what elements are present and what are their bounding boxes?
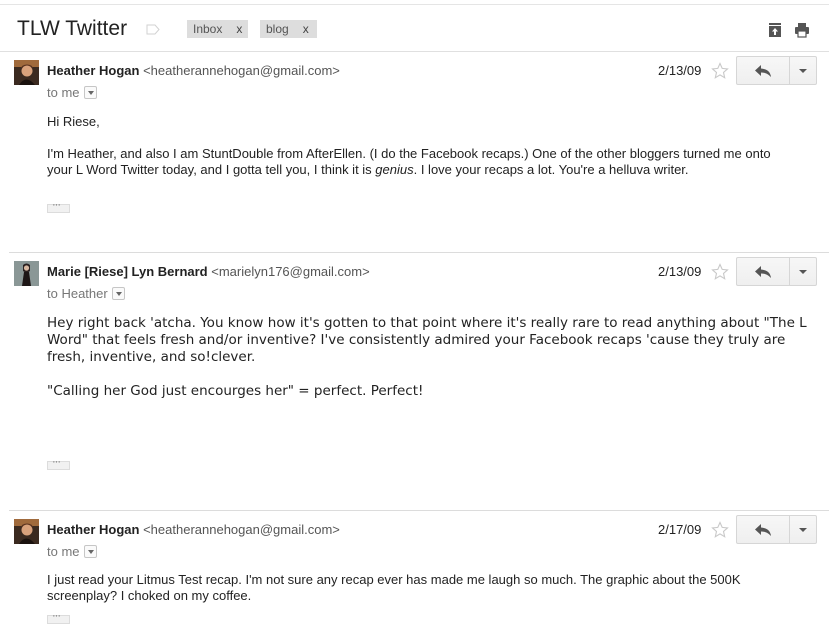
- recipient-line: to Heather: [47, 286, 125, 301]
- avatar: [14, 261, 39, 286]
- reply-button[interactable]: [736, 515, 790, 544]
- reply-arrow-icon: [755, 524, 771, 536]
- recipient-line: to me: [47, 85, 97, 100]
- sender-line: Heather Hogan <heatherannehogan@gmail.co…: [47, 63, 340, 78]
- message-date: 2/13/09: [658, 63, 702, 78]
- message-date: 2/13/09: [658, 264, 702, 279]
- show-details-icon[interactable]: [83, 545, 97, 558]
- avatar: [14, 519, 39, 544]
- paragraph-text-end: . I love your recaps a lot. You're a hel…: [413, 162, 689, 177]
- message-paragraph: "Calling her God just encourges her" = p…: [47, 383, 424, 399]
- show-trimmed-content-button[interactable]: [47, 199, 70, 213]
- recipient-label: to me: [47, 544, 80, 559]
- sender-name: Heather Hogan: [47, 522, 140, 537]
- star-icon[interactable]: [711, 263, 729, 281]
- message-divider: [9, 510, 829, 511]
- message-paragraph: Hey right back 'atcha. You know how it's…: [47, 315, 807, 365]
- star-icon[interactable]: [711, 521, 729, 539]
- star-icon[interactable]: [711, 62, 729, 80]
- message-body: I just read your Litmus Test recap. I'm …: [47, 572, 787, 604]
- sender-name: Marie [Riese] Lyn Bernard: [47, 264, 208, 279]
- show-details-icon[interactable]: [83, 86, 97, 99]
- recipient-label: to me: [47, 85, 80, 100]
- label-inbox: Inbox x: [187, 20, 248, 38]
- sender-email: <heatherannehogan@gmail.com>: [143, 63, 340, 78]
- importance-marker-icon[interactable]: [146, 24, 160, 35]
- thread-subject: TLW Twitter: [17, 17, 128, 40]
- more-options-button[interactable]: [789, 257, 817, 286]
- thread-header: TLW Twitter Inbox x blog x: [0, 5, 829, 52]
- message-body: Hey right back 'atcha. You know how it's…: [47, 315, 817, 400]
- sender-email: <marielyn176@gmail.com>: [211, 264, 370, 279]
- archive-icon[interactable]: [767, 22, 783, 38]
- recipient-label: to Heather: [47, 286, 108, 301]
- sender-line: Marie [Riese] Lyn Bernard <marielyn176@g…: [47, 264, 370, 279]
- label-blog: blog x: [260, 20, 317, 38]
- message-divider: [9, 252, 829, 253]
- show-details-icon[interactable]: [111, 287, 125, 300]
- sender-name: Heather Hogan: [47, 63, 140, 78]
- message-paragraph: I just read your Litmus Test recap. I'm …: [47, 572, 741, 603]
- more-options-button[interactable]: [789, 56, 817, 85]
- label-inbox-name: Inbox: [193, 22, 223, 36]
- reply-arrow-icon: [755, 266, 771, 278]
- emphasis-text: genius: [375, 162, 414, 177]
- show-trimmed-content-button[interactable]: [47, 456, 70, 470]
- message-greeting: Hi Riese,: [47, 114, 100, 129]
- message-body: Hi Riese, I'm Heather, and also I am Stu…: [47, 114, 797, 178]
- reply-arrow-icon: [755, 65, 771, 77]
- more-options-button[interactable]: [789, 515, 817, 544]
- sender-line: Heather Hogan <heatherannehogan@gmail.co…: [47, 522, 340, 537]
- sender-email: <heatherannehogan@gmail.com>: [143, 522, 340, 537]
- print-icon[interactable]: [794, 22, 810, 38]
- show-trimmed-content-button[interactable]: [47, 610, 70, 624]
- message-paragraph: I'm Heather, and also I am StuntDouble f…: [47, 146, 797, 178]
- message-date: 2/17/09: [658, 522, 702, 537]
- recipient-line: to me: [47, 544, 97, 559]
- avatar: [14, 60, 39, 85]
- label-blog-name: blog: [266, 22, 289, 36]
- reply-button[interactable]: [736, 56, 790, 85]
- remove-label-inbox-button[interactable]: x: [236, 22, 242, 36]
- remove-label-blog-button[interactable]: x: [303, 22, 309, 36]
- reply-button[interactable]: [736, 257, 790, 286]
